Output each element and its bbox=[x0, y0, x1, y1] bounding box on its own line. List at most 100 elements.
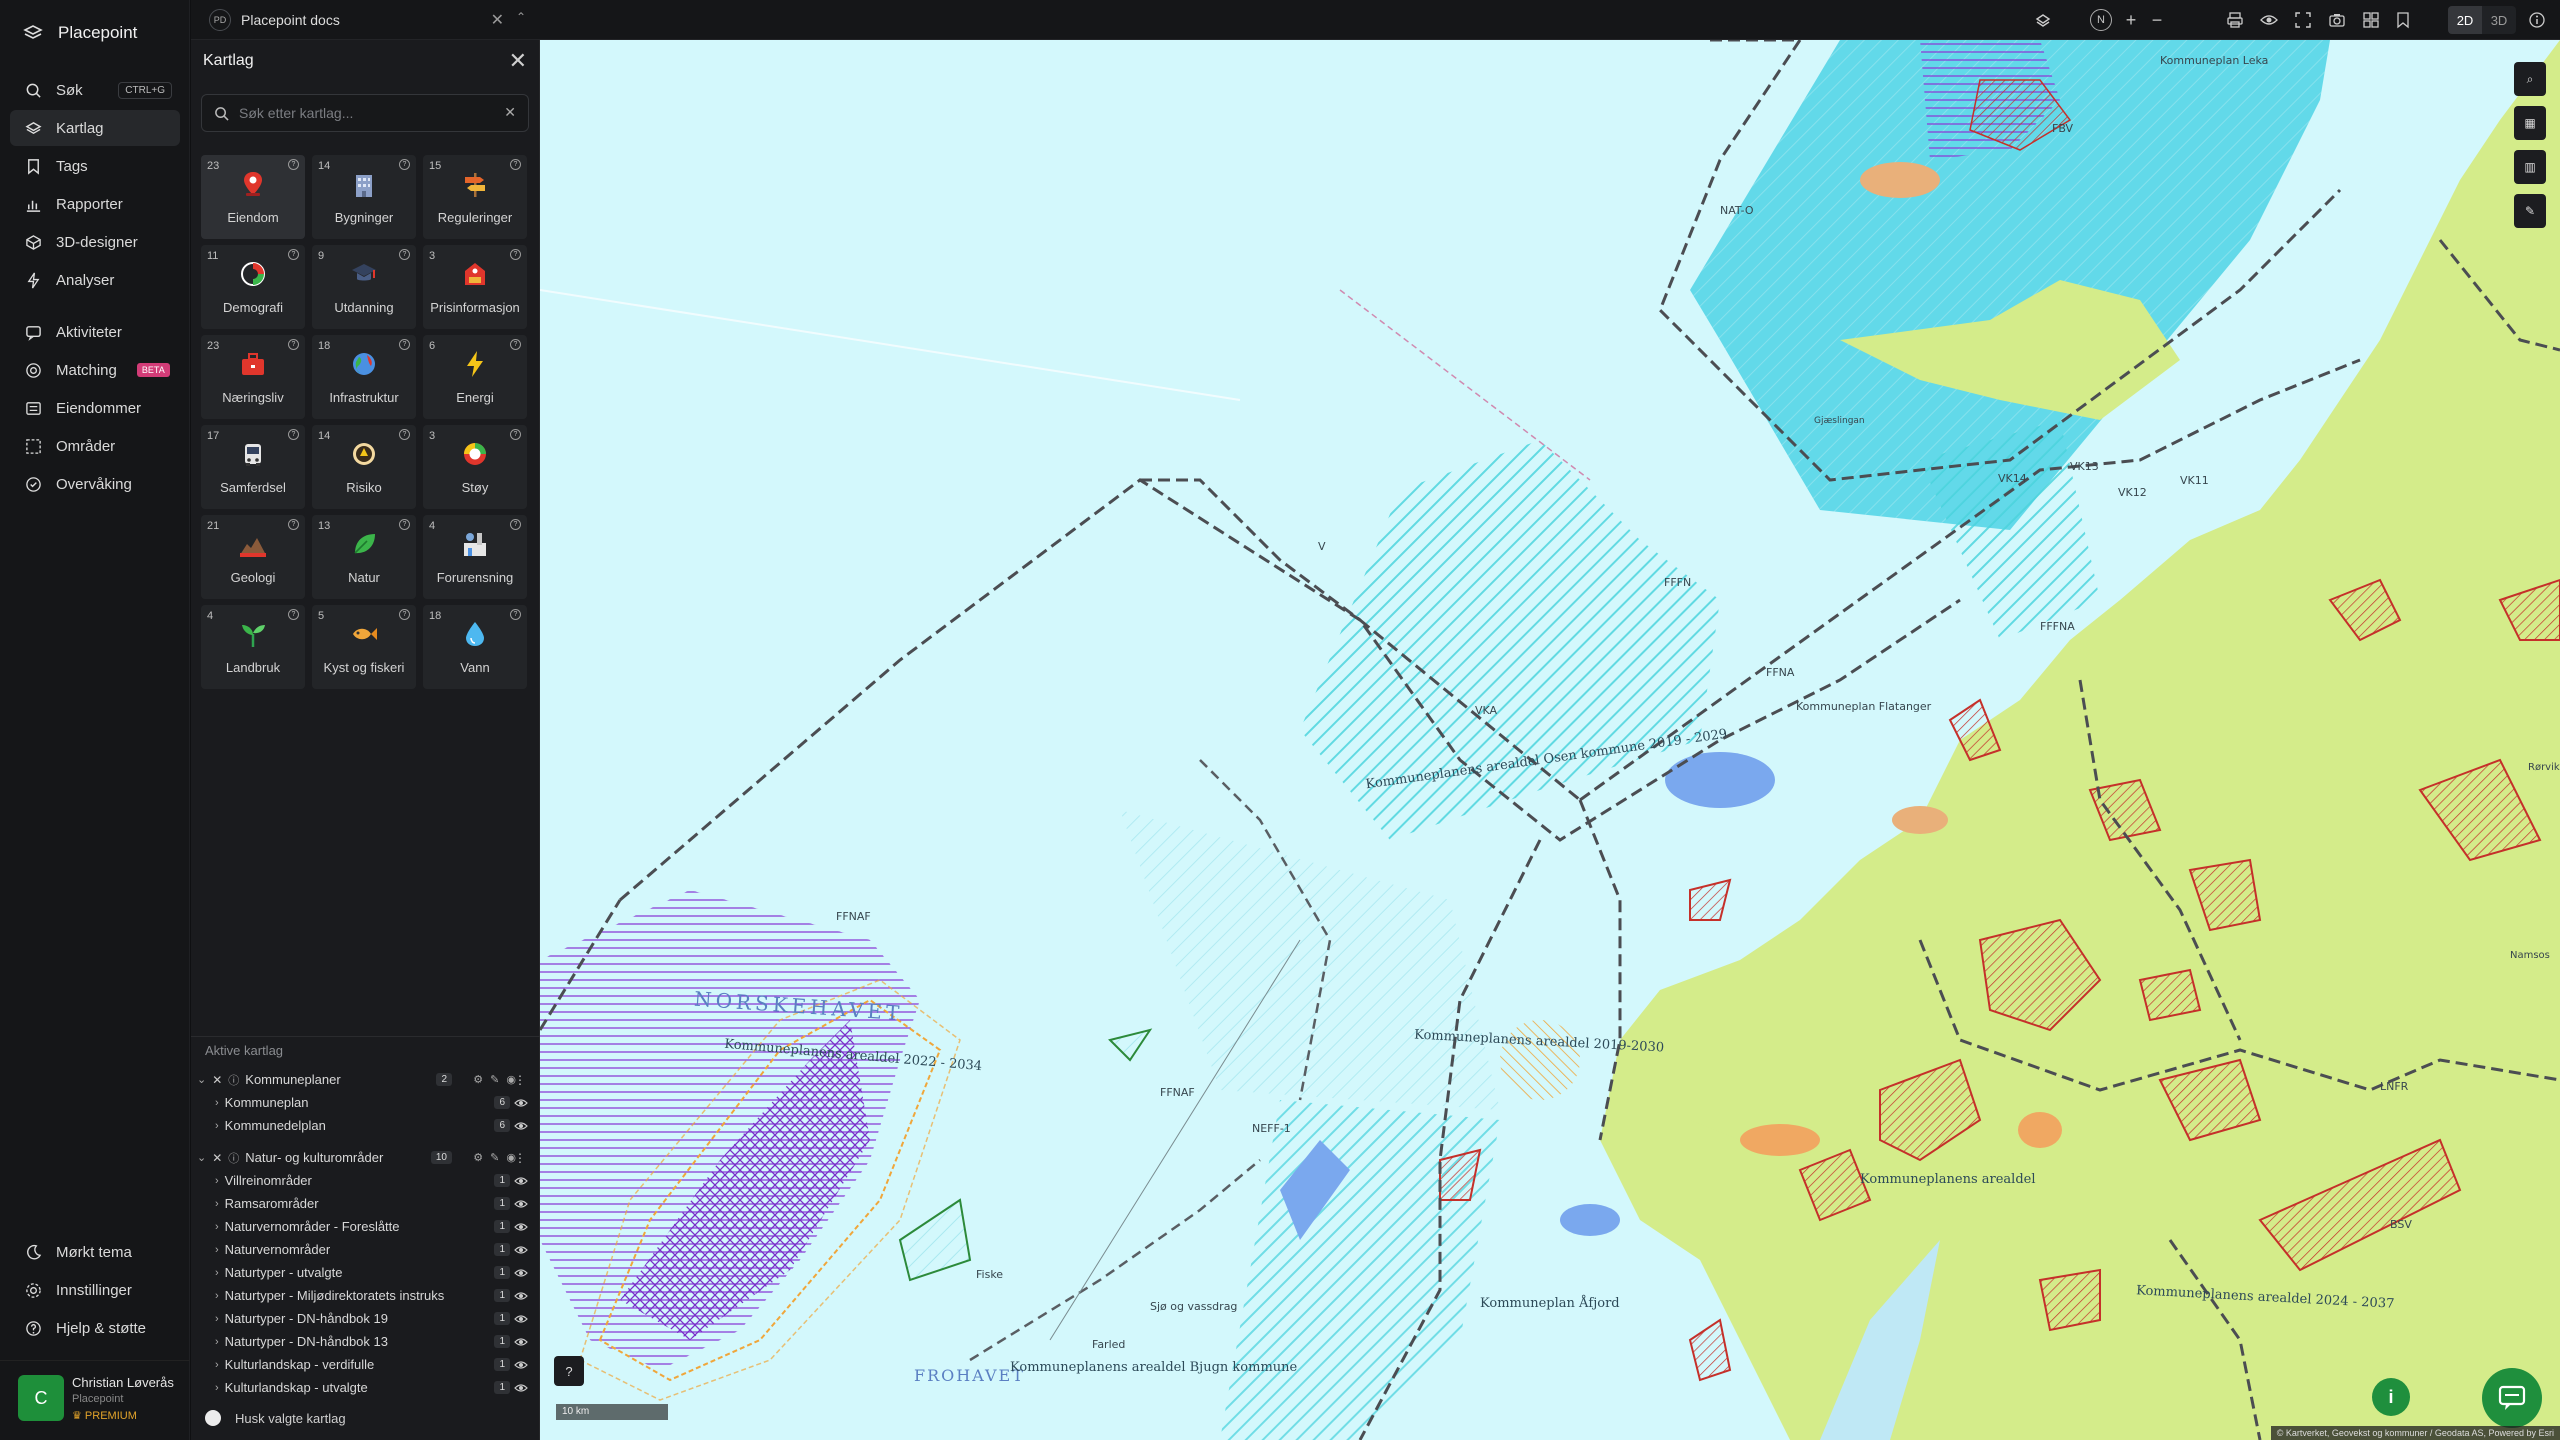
toggle-switch[interactable] bbox=[205, 1410, 221, 1426]
chat-button[interactable] bbox=[2482, 1368, 2542, 1428]
close-doc-icon[interactable]: ✕ bbox=[491, 10, 504, 30]
view-mode-toggle[interactable]: 2D 3D bbox=[2448, 6, 2516, 34]
info-icon[interactable]: ? bbox=[399, 339, 410, 350]
mode-3d-button[interactable]: 3D bbox=[2482, 6, 2516, 34]
info-icon[interactable]: ? bbox=[399, 249, 410, 260]
user-card[interactable]: C Christian Løverås Placepoint ♛ PREMIUM bbox=[0, 1360, 190, 1440]
nav-item-kartlag[interactable]: Kartlag bbox=[10, 110, 180, 146]
eye-icon[interactable] bbox=[514, 1289, 528, 1303]
layer-row[interactable]: › Kulturlandskap - verdifulle 1 bbox=[191, 1353, 540, 1376]
info-icon[interactable]: ? bbox=[510, 609, 521, 620]
chevron-right-icon[interactable]: › bbox=[215, 1221, 219, 1233]
info-button[interactable]: i bbox=[2372, 1378, 2410, 1416]
info-icon[interactable]: ? bbox=[510, 519, 521, 530]
map-canvas[interactable]: Kommuneplan Leka FBV NAT-O FFFN FFNA VK1… bbox=[540, 40, 2560, 1440]
edit-icon[interactable]: ✎ bbox=[490, 1151, 499, 1164]
info-icon[interactable]: ? bbox=[399, 609, 410, 620]
chevron-down-icon[interactable]: ⌄ bbox=[197, 1073, 206, 1086]
nav-item-områder[interactable]: Områder bbox=[10, 428, 180, 464]
layer-group-row[interactable]: ⌄ ✕ ⓘ Kommuneplaner 2 ⚙ ✎ ◉ ⋮ bbox=[191, 1068, 540, 1091]
nav-item-tags[interactable]: Tags bbox=[10, 148, 180, 184]
eye-icon[interactable] bbox=[514, 1266, 528, 1280]
layer-row[interactable]: › Villreinområder 1 bbox=[191, 1169, 540, 1192]
fullscreen-icon[interactable] bbox=[2292, 9, 2314, 31]
category-tile[interactable]: 6? Energi bbox=[423, 335, 527, 419]
remember-toggle[interactable]: Husk valgte kartlag bbox=[205, 1410, 346, 1426]
layers-stack-icon[interactable] bbox=[2032, 9, 2054, 31]
info-icon[interactable]: ? bbox=[510, 159, 521, 170]
eye-icon[interactable] bbox=[514, 1243, 528, 1257]
category-tile[interactable]: 3? Prisinformasjon bbox=[423, 245, 527, 329]
settings-icon[interactable]: ⚙ bbox=[473, 1151, 483, 1164]
info-icon[interactable]: ? bbox=[288, 519, 299, 530]
eye-icon[interactable] bbox=[514, 1096, 528, 1110]
chevron-down-icon[interactable]: ⌄ bbox=[197, 1151, 206, 1164]
settings-icon[interactable]: ⚙ bbox=[473, 1073, 483, 1086]
document-tab[interactable]: PD Placepoint docs ✕ ⌃ bbox=[191, 0, 540, 40]
info-icon[interactable]: ? bbox=[510, 429, 521, 440]
category-tile[interactable]: 21? Geologi bbox=[201, 515, 305, 599]
layer-row[interactable]: › Naturtyper - Miljødirektoratets instruk… bbox=[191, 1284, 540, 1307]
search-input[interactable] bbox=[239, 105, 499, 121]
chevron-right-icon[interactable]: › bbox=[215, 1382, 219, 1394]
category-tile[interactable]: 5? Kyst og fiskeri bbox=[312, 605, 416, 689]
chevron-right-icon[interactable]: › bbox=[215, 1120, 219, 1132]
category-tile[interactable]: 18? Infrastruktur bbox=[312, 335, 416, 419]
bookmark-icon[interactable] bbox=[2392, 9, 2414, 31]
category-tile[interactable]: 17? Samferdsel bbox=[201, 425, 305, 509]
info-icon[interactable]: ? bbox=[399, 159, 410, 170]
layer-row[interactable]: › Naturtyper - DN-håndbok 13 1 bbox=[191, 1330, 540, 1353]
mode-2d-button[interactable]: 2D bbox=[2448, 6, 2482, 34]
info-icon[interactable]: ? bbox=[288, 609, 299, 620]
grid-layout-icon[interactable] bbox=[2360, 9, 2382, 31]
info-icon[interactable]: ? bbox=[288, 159, 299, 170]
chevron-right-icon[interactable]: › bbox=[215, 1359, 219, 1371]
eye-icon[interactable] bbox=[514, 1174, 528, 1188]
layer-row[interactable]: › Kommunedelplan 6 bbox=[191, 1114, 540, 1137]
category-tile[interactable]: 13? Natur bbox=[312, 515, 416, 599]
eye-icon[interactable] bbox=[2258, 9, 2280, 31]
nav-item-matching[interactable]: Matching BETA bbox=[10, 352, 180, 388]
zoom-out-button[interactable]: − bbox=[2146, 9, 2168, 31]
category-tile[interactable]: 9? Utdanning bbox=[312, 245, 416, 329]
camera-icon[interactable] bbox=[2326, 9, 2348, 31]
info-icon[interactable]: ? bbox=[288, 429, 299, 440]
eye-icon[interactable] bbox=[514, 1220, 528, 1234]
chart-icon[interactable]: ▥ bbox=[2514, 150, 2546, 184]
eye-icon[interactable] bbox=[514, 1381, 528, 1395]
category-tile[interactable]: 11? Demografi bbox=[201, 245, 305, 329]
more-icon[interactable]: ⋮ bbox=[514, 1073, 526, 1087]
chevron-right-icon[interactable]: › bbox=[215, 1198, 219, 1210]
category-tile[interactable]: 23? Næringsliv bbox=[201, 335, 305, 419]
group-info-icon[interactable]: ⓘ bbox=[228, 1072, 239, 1088]
eye-icon[interactable] bbox=[514, 1312, 528, 1326]
group-info-icon[interactable]: ⓘ bbox=[228, 1150, 239, 1166]
more-icon[interactable]: ⋮ bbox=[514, 1151, 526, 1165]
help-icon[interactable]: ? bbox=[554, 1356, 584, 1386]
edit-icon[interactable]: ✎ bbox=[490, 1073, 499, 1086]
info-icon[interactable]: ? bbox=[288, 249, 299, 260]
info-icon[interactable]: ? bbox=[399, 519, 410, 530]
info-icon[interactable]: ? bbox=[288, 339, 299, 350]
layer-search[interactable]: ✕ bbox=[201, 94, 529, 132]
nav-item-overvåking[interactable]: Overvåking bbox=[10, 466, 180, 502]
layer-row[interactable]: › Kulturlandskap - utvalgte 1 bbox=[191, 1376, 540, 1399]
category-tile[interactable]: 3? Støy bbox=[423, 425, 527, 509]
eye-icon[interactable] bbox=[514, 1119, 528, 1133]
nav-item-analyser[interactable]: Analyser bbox=[10, 262, 180, 298]
remove-icon[interactable]: ✕ bbox=[212, 1073, 222, 1087]
layer-row[interactable]: › Naturtyper - utvalgte 1 bbox=[191, 1261, 540, 1284]
info-icon[interactable] bbox=[2526, 9, 2548, 31]
nav-item-3d-designer[interactable]: 3D-designer bbox=[10, 224, 180, 260]
chevron-right-icon[interactable]: › bbox=[215, 1290, 219, 1302]
info-icon[interactable]: ? bbox=[510, 339, 521, 350]
chevron-right-icon[interactable]: › bbox=[215, 1175, 219, 1187]
category-tile[interactable]: 4? Landbruk bbox=[201, 605, 305, 689]
category-tile[interactable]: 18? Vann bbox=[423, 605, 527, 689]
nav-bottom-gear[interactable]: Innstillinger bbox=[10, 1272, 180, 1308]
layer-row[interactable]: › Naturvernområder 1 bbox=[191, 1238, 540, 1261]
chevron-right-icon[interactable]: › bbox=[215, 1244, 219, 1256]
remove-icon[interactable]: ✕ bbox=[212, 1151, 222, 1165]
measure-icon[interactable]: ▦ bbox=[2514, 106, 2546, 140]
layer-row[interactable]: › Naturvernområder - Foreslåtte 1 bbox=[191, 1215, 540, 1238]
